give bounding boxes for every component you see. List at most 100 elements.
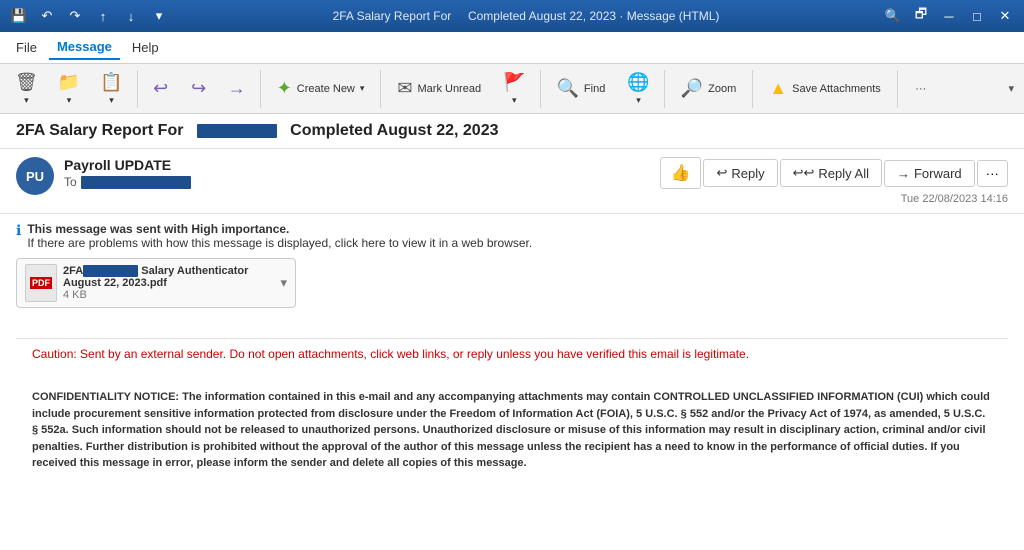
more-toolbar-label: ··· xyxy=(915,83,926,95)
reply-icon: ↩ xyxy=(716,165,727,181)
toolbar: 🗑 ▾ 📁 ▾ 📋 ▾ ↩ ↪ → ✦ Create New ▾ ✉ Mark … xyxy=(0,64,1024,114)
more-actions-btn[interactable]: ··· xyxy=(977,160,1008,187)
save-icon-btn[interactable]: 💾 xyxy=(8,5,30,27)
avatar-initials: PU xyxy=(26,169,44,184)
restore-btn[interactable]: 🗗 xyxy=(910,5,932,27)
move-btn[interactable]: 📁 ▾ xyxy=(49,67,89,111)
body-spacer xyxy=(16,318,1008,338)
attach-prefix: 2FA xyxy=(63,265,83,277)
delete-icon: 🗑 xyxy=(15,72,38,93)
mark-unread-label: Mark Unread xyxy=(418,83,482,95)
translate-arrow: ▾ xyxy=(636,95,641,106)
more-icon: ··· xyxy=(986,166,999,181)
caution-bar: Caution: Sent by an external sender. Do … xyxy=(16,338,1008,369)
find-btn[interactable]: 🔍 Find xyxy=(546,67,617,111)
up-btn[interactable]: ↑ xyxy=(92,5,114,27)
subject-suffix: Completed August 22, 2023 xyxy=(290,122,498,139)
menu-file[interactable]: File xyxy=(8,36,45,59)
reply-nav-icon: ↪ xyxy=(191,78,206,99)
message-body: ℹ This message was sent with High import… xyxy=(0,214,1024,550)
sender-info: Payroll UPDATE To xyxy=(64,157,191,189)
copy-icon: 📋 xyxy=(100,72,122,93)
delete-arrow: ▾ xyxy=(24,95,29,106)
importance-text: This message was sent with High importan… xyxy=(27,222,532,250)
close-btn[interactable]: ✕ xyxy=(994,5,1016,27)
more-toolbar-btn[interactable]: ··· xyxy=(903,67,939,111)
sender-area: PU Payroll UPDATE To xyxy=(16,157,191,195)
sender-to-line: To xyxy=(64,175,191,189)
to-redacted xyxy=(81,176,191,189)
pdf-label: PDF xyxy=(30,277,52,289)
reply-all-icon: ↩↩ xyxy=(793,165,815,181)
flag-arrow: ▾ xyxy=(512,95,517,106)
menu-message[interactable]: Message xyxy=(49,35,120,60)
zoom-label: Zoom xyxy=(708,83,736,95)
reply-nav-btn[interactable]: ↪ xyxy=(181,67,217,111)
subject-bar: 2FA Salary Report For Completed August 2… xyxy=(0,114,1024,149)
window-subtitle: Completed August 22, 2023 · Message (HTM… xyxy=(468,9,719,23)
divider-6 xyxy=(752,70,753,108)
reply-btn[interactable]: ↩ Reply xyxy=(703,159,777,187)
title-bar-right: 🔍 🗗 ─ □ ✕ xyxy=(882,5,1016,27)
attach-redacted xyxy=(83,265,138,277)
attachment-box[interactable]: PDF 2FA Salary Authenticator August 22, … xyxy=(16,258,296,308)
mark-unread-btn[interactable]: ✉ Mark Unread xyxy=(386,67,492,111)
caution-text: Caution: Sent by an external sender. Do … xyxy=(32,347,749,361)
subject-prefix-text: 2FA Salary Report For xyxy=(16,122,183,139)
body-spacer2 xyxy=(16,369,1008,381)
divider-5 xyxy=(664,70,665,108)
importance-notice: ℹ This message was sent with High import… xyxy=(16,222,1008,250)
maximize-btn[interactable]: □ xyxy=(966,5,988,27)
mark-unread-icon: ✉ xyxy=(397,78,412,99)
divider-2 xyxy=(260,70,261,108)
save-attachments-btn[interactable]: ▲ Save Attachments xyxy=(758,67,892,111)
zoom-icon: 🔎 xyxy=(681,78,703,99)
title-bar-left: 💾 ↶ ↷ ↑ ↓ ▾ xyxy=(8,5,170,27)
flag-btn[interactable]: 🚩 ▾ xyxy=(494,67,534,111)
avatar: PU xyxy=(16,157,54,195)
undo-btn[interactable]: ↶ xyxy=(36,5,58,27)
toolbar-expand-btn[interactable]: ▾ xyxy=(1004,80,1018,97)
forward-btn[interactable]: → Forward xyxy=(884,160,975,187)
copy-move-btn[interactable]: 📋 ▾ xyxy=(91,67,131,111)
forward-label: Forward xyxy=(914,166,962,181)
title-bar-center: 2FA Salary Report For Completed August 2… xyxy=(333,9,720,23)
minimize-btn[interactable]: ─ xyxy=(938,5,960,27)
flag-icon: 🚩 xyxy=(503,72,525,93)
find-label: Find xyxy=(584,83,605,95)
create-new-btn[interactable]: ✦ Create New ▾ xyxy=(266,67,376,111)
email-header: PU Payroll UPDATE To 👍 ↩ Reply ↩↩ Reply … xyxy=(0,149,1024,214)
back-btn[interactable]: ↩ xyxy=(143,67,179,111)
sender-name: Payroll UPDATE xyxy=(64,157,191,173)
zoom-btn[interactable]: 🔎 Zoom xyxy=(670,67,748,111)
create-icon: ✦ xyxy=(277,78,292,99)
like-btn[interactable]: 👍 xyxy=(660,157,702,189)
redo-btn[interactable]: ↷ xyxy=(64,5,86,27)
subject-redacted xyxy=(197,124,277,138)
down-btn[interactable]: ↓ xyxy=(120,5,142,27)
reply-all-btn[interactable]: ↩↩ Reply All xyxy=(780,159,882,187)
divider-7 xyxy=(897,70,898,108)
delete-btn[interactable]: 🗑 ▾ xyxy=(6,67,47,111)
forward-icon: → xyxy=(897,166,910,181)
copy-arrow: ▾ xyxy=(109,95,114,106)
expand-btn[interactable]: ▾ xyxy=(148,5,170,27)
info-icon: ℹ xyxy=(16,222,21,239)
attachment-area: PDF 2FA Salary Authenticator August 22, … xyxy=(16,258,1008,308)
attach-dropdown-icon[interactable]: ▾ xyxy=(280,275,287,291)
move-icon: 📁 xyxy=(58,72,80,93)
menu-help[interactable]: Help xyxy=(124,36,167,59)
divider-3 xyxy=(380,70,381,108)
menu-bar: File Message Help xyxy=(0,32,1024,64)
action-buttons: 👍 ↩ Reply ↩↩ Reply All → Forward ··· xyxy=(660,157,1008,189)
to-label: To xyxy=(64,175,77,189)
search-btn[interactable]: 🔍 xyxy=(882,5,904,27)
forward-nav-btn[interactable]: → xyxy=(219,67,255,111)
subject-prefix: 2FA Salary Report For Completed August 2… xyxy=(16,122,499,140)
attach-info: 2FA Salary Authenticator August 22, 2023… xyxy=(63,265,270,301)
move-arrow: ▾ xyxy=(67,95,72,106)
translate-btn[interactable]: 🌐 ▾ xyxy=(618,67,658,111)
pdf-icon: PDF xyxy=(25,264,57,302)
importance-line2: If there are problems with how this mess… xyxy=(27,236,532,250)
confidentiality-notice: CONFIDENTIALITY NOTICE: The information … xyxy=(16,381,1008,480)
